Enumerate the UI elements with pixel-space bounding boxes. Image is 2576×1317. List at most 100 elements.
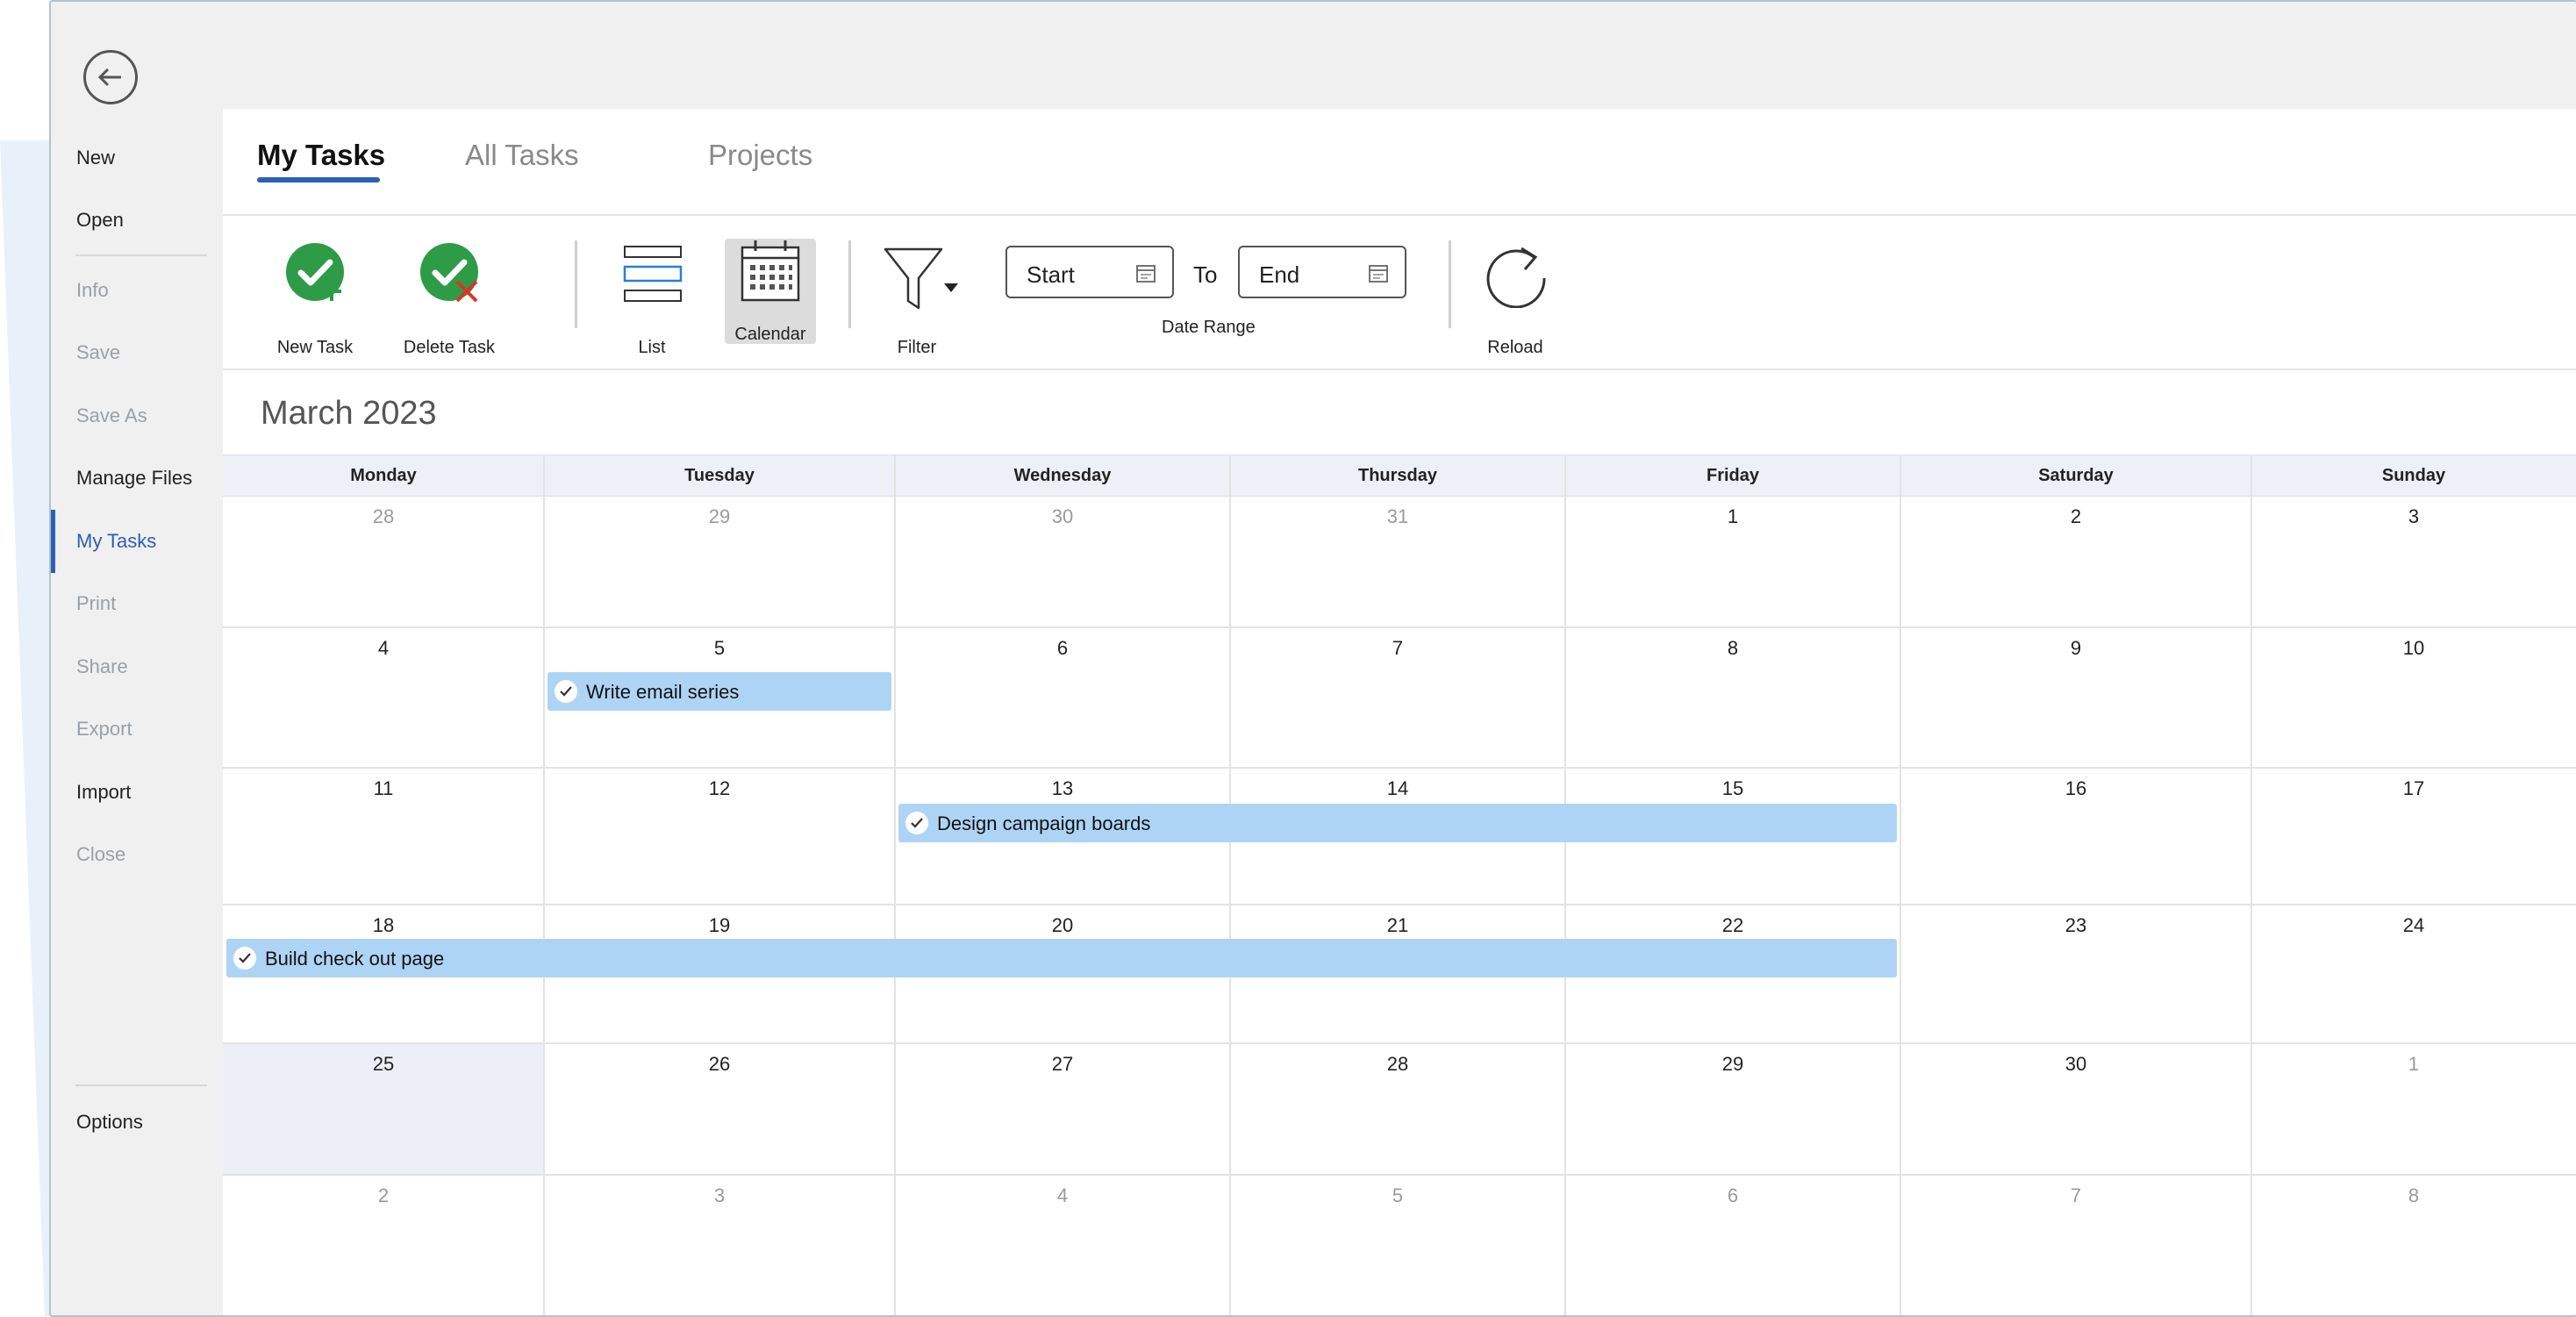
weekday-header: Tuesday [684, 466, 755, 485]
day-cell-number[interactable]: 2 [2050, 505, 2102, 528]
day-cell-number[interactable]: 5 [693, 637, 746, 660]
day-cell-number[interactable]: 17 [2387, 777, 2440, 800]
weekday-header: Friday [1706, 466, 1760, 485]
day-cell-number[interactable]: 4 [1036, 1185, 1089, 1207]
sidebar-item-export[interactable]: Export [76, 718, 132, 741]
day-cell-number[interactable]: 23 [2050, 914, 2102, 937]
ribbon-separator [848, 240, 851, 328]
weekday-header: Thursday [1357, 466, 1438, 485]
sidebar-active-indicator [51, 510, 55, 573]
sidebar-item-my-tasks[interactable]: My Tasks [76, 530, 156, 553]
day-cell-number[interactable]: 30 [1036, 505, 1089, 528]
grid-column-line [543, 455, 545, 1315]
day-cell-number[interactable]: 5 [1371, 1185, 1424, 1207]
weekday-header: Monday [350, 466, 417, 485]
day-cell-number[interactable]: 9 [2050, 637, 2102, 660]
day-cell-number[interactable]: 7 [2050, 1185, 2102, 1207]
date-picker-icon[interactable] [1135, 263, 1156, 284]
calendar-event[interactable]: Design campaign boards [898, 804, 1897, 842]
sidebar-item-new[interactable]: New [76, 147, 115, 169]
tab-projects[interactable]: Projects [708, 139, 812, 172]
back-button[interactable] [83, 50, 138, 104]
new-task-button[interactable]: New Task [249, 238, 381, 361]
day-cell-number[interactable]: 25 [357, 1053, 410, 1076]
day-cell-number[interactable]: 14 [1371, 777, 1424, 800]
delete-task-button[interactable]: Delete Task [379, 238, 519, 361]
delete-task-label: Delete Task [403, 338, 496, 357]
day-cell-number[interactable]: 28 [357, 505, 410, 528]
day-cell-number[interactable]: 26 [693, 1053, 746, 1076]
title-band [223, 2, 2576, 109]
day-cell-number[interactable]: 15 [1707, 777, 1759, 800]
sidebar-item-close[interactable]: Close [76, 843, 125, 866]
end-date-field[interactable]: End [1238, 246, 1406, 298]
day-cell-number[interactable]: 2 [357, 1185, 410, 1207]
day-cell-number[interactable]: 18 [357, 914, 410, 937]
sidebar-item-print[interactable]: Print [76, 592, 116, 615]
sidebar-item-import[interactable]: Import [76, 781, 131, 804]
sidebar-item-open[interactable]: Open [76, 209, 124, 232]
checkmark-icon[interactable] [233, 947, 256, 970]
day-cell-number[interactable]: 1 [1707, 505, 1759, 528]
tab-all-tasks[interactable]: All Tasks [465, 139, 579, 172]
ribbon-separator [575, 240, 577, 328]
calendar-event[interactable]: Build check out page [226, 939, 1897, 977]
day-cell-number[interactable]: 24 [2387, 914, 2440, 937]
day-cell-number[interactable]: 16 [2050, 777, 2102, 800]
checkmark-icon[interactable] [905, 812, 928, 834]
list-view-button[interactable]: List [605, 238, 698, 361]
calendar-event[interactable]: Write email series [547, 672, 891, 711]
to-label: To [1193, 261, 1218, 288]
day-cell-number[interactable]: 12 [693, 777, 746, 800]
day-cell-number[interactable]: 19 [693, 914, 746, 937]
checkmark-icon[interactable] [555, 680, 577, 703]
sidebar-divider [75, 254, 207, 256]
weekday-header: Sunday [2381, 466, 2446, 485]
start-date-field[interactable]: Start [1005, 246, 1174, 298]
calendar-view-button[interactable]: Calendar [725, 239, 816, 344]
filter-button[interactable]: Filter [869, 238, 965, 361]
day-cell-number[interactable]: 7 [1371, 637, 1424, 660]
day-cell-number[interactable]: 21 [1371, 914, 1424, 937]
day-cell-number[interactable]: 6 [1036, 637, 1089, 660]
chevron-down-icon [944, 283, 958, 292]
day-cell-number[interactable]: 29 [693, 505, 746, 528]
day-cell-number[interactable]: 3 [2387, 505, 2440, 528]
new-task-label: New Task [276, 338, 354, 357]
date-range-label: Date Range [1162, 318, 1256, 337]
grid-row-line [223, 1042, 2576, 1044]
day-cell-number[interactable]: 29 [1707, 1053, 1759, 1076]
day-cell-number[interactable]: 28 [1371, 1053, 1424, 1076]
day-cell-number[interactable]: 30 [2050, 1053, 2102, 1076]
filter-icon [884, 247, 958, 310]
sidebar-item-options[interactable]: Options [76, 1111, 143, 1134]
day-cell-number[interactable]: 31 [1371, 505, 1424, 528]
day-cell-number[interactable]: 8 [2387, 1185, 2440, 1207]
reload-button[interactable]: Reload [1458, 238, 1572, 361]
sidebar-item-manage-files[interactable]: Manage Files [76, 467, 192, 490]
day-cell-number[interactable]: 1 [2387, 1053, 2440, 1076]
ribbon-separator [1449, 240, 1451, 328]
day-cell-number[interactable]: 8 [1707, 637, 1759, 660]
day-cell-number[interactable]: 11 [357, 777, 410, 800]
day-cell-number[interactable]: 3 [693, 1185, 746, 1207]
weekday-header: Saturday [2038, 466, 2114, 485]
day-cell-number[interactable]: 20 [1036, 914, 1089, 937]
grid-column-line [1564, 455, 1566, 1315]
weekday-header: Wednesday [1013, 466, 1112, 485]
day-cell-number[interactable]: 4 [357, 637, 410, 660]
reload-label: Reload [1487, 338, 1543, 357]
sidebar-item-info[interactable]: Info [76, 279, 109, 302]
day-cell-number[interactable]: 6 [1707, 1185, 1759, 1207]
sidebar-item-save[interactable]: Save [76, 341, 120, 364]
day-cell-number[interactable]: 13 [1036, 777, 1089, 800]
day-cell-number[interactable]: 27 [1036, 1053, 1089, 1076]
sidebar-item-save-as[interactable]: Save As [76, 404, 147, 427]
tab-my-tasks[interactable]: My Tasks [257, 139, 385, 172]
backstage-sidebar: New Open Info Save Save As Manage Files … [51, 2, 223, 1315]
day-cell-number[interactable]: 22 [1707, 914, 1759, 937]
arrow-left-icon [97, 68, 121, 87]
sidebar-item-share[interactable]: Share [76, 655, 128, 678]
day-cell-number[interactable]: 10 [2387, 637, 2440, 660]
date-picker-icon[interactable] [1368, 263, 1389, 284]
